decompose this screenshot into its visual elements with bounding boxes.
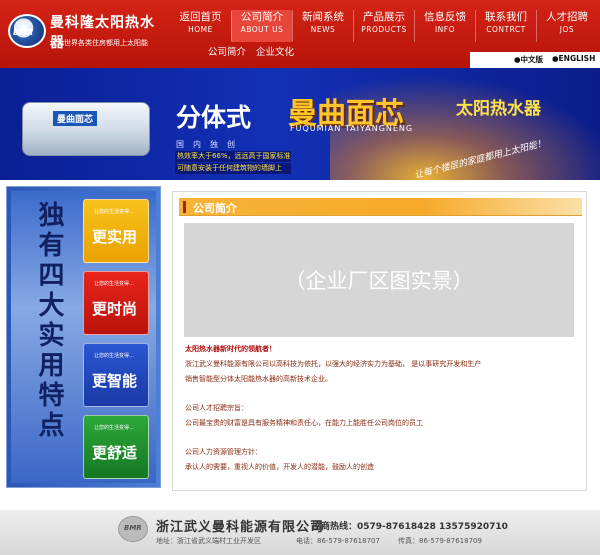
- nav-label: 产品展示: [363, 11, 405, 23]
- intro-paragraph-line2: 销售智能型分体太阳能热水器的高新技术企业。: [185, 375, 332, 383]
- card-title: 更舒适: [92, 444, 138, 462]
- card-caption: 让您的生活变得…: [94, 425, 135, 431]
- nav-label-en: PRODUCTS: [361, 25, 407, 34]
- nav-about-us[interactable]: 公司简介 ABOUT US: [231, 10, 292, 42]
- feature-card-practical[interactable]: 让您的生活变得… 更实用: [83, 199, 149, 263]
- site-logo[interactable]: BMR 曼科隆太阳热水器 让全世界各类住房都用上太阳能: [0, 0, 168, 68]
- card-title: 更智能: [92, 372, 138, 390]
- feature-sidebar-inner: 独有四大实用特点 让您的生活变得… 更实用 让您的生活变得… 更时尚 让您的生活…: [11, 191, 156, 483]
- nav-label: 人才招聘: [546, 11, 588, 23]
- nav-label: 新闻系统: [302, 11, 344, 23]
- intro-title: 太阳热水器新时代的领航者！: [185, 345, 276, 353]
- feature-sidebar: 独有四大实用特点 让您的生活变得… 更实用 让您的生活变得… 更时尚 让您的生活…: [6, 186, 161, 488]
- footer-address: 地址：浙江省武义端村工业开发区: [156, 537, 261, 545]
- nav-label-en: HOME: [188, 25, 213, 34]
- banner-feature-2: 可随意安装于任何建筑物的墙脚上: [175, 163, 291, 174]
- nav-label-en: INFO: [434, 25, 456, 34]
- nav-label-en: NEWS: [310, 25, 336, 34]
- section-marker-icon: [183, 201, 186, 213]
- hr-text: 承认人的需要，重视人的价值，开发人的潜能，鼓励人的创造: [185, 463, 374, 471]
- card-caption: 让您的生活变得…: [94, 281, 135, 287]
- footer-hotline: 招商热线：0579-87618428 13575920710: [312, 522, 508, 532]
- tank-label: 曼曲面芯: [53, 111, 98, 126]
- banner-unique: 国内独创: [176, 140, 244, 149]
- nav-news[interactable]: 新闻系统 NEWS: [292, 10, 353, 42]
- section-header: 公司简介: [179, 198, 582, 216]
- logo-badge-text: BMR: [13, 28, 34, 37]
- site-footer: BMR 浙江武义曼科能源有限公司 招商热线：0579-87618428 1357…: [0, 510, 600, 555]
- banner-product: 太阳热水器: [456, 99, 541, 119]
- logo-slogan: 让全世界各类住房都用上太阳能: [50, 39, 148, 47]
- intro-paragraph-line1: 浙江武义曼科能源有限公司以高科技为依托，以强大的经济实力为基础， 是以事研究开发…: [185, 360, 482, 368]
- nav-label-en: JOS: [559, 25, 575, 34]
- footer-fax: 传真：86-579-87618709: [398, 537, 482, 545]
- page: BMR 曼科隆太阳热水器 让全世界各类住房都用上太阳能 返回首页 HOME 公司简…: [0, 0, 600, 555]
- section-title: 公司简介: [193, 202, 237, 215]
- subnav-corporate-culture[interactable]: 企业文化: [256, 44, 294, 58]
- banner-title: 分体式: [176, 103, 252, 132]
- card-title: 更时尚: [92, 300, 138, 318]
- water-tank-image: 曼曲面芯: [22, 102, 150, 156]
- subnav-company-profile[interactable]: 公司简介: [208, 44, 246, 58]
- footer-company-name: 浙江武义曼科能源有限公司: [156, 520, 325, 535]
- feature-card-smart[interactable]: 让您的生活变得… 更智能: [83, 343, 149, 407]
- logo-badge-icon: BMR: [8, 14, 46, 48]
- card-caption: 让您的生活变得…: [94, 209, 135, 215]
- feature-card-stylish[interactable]: 让您的生活变得… 更时尚: [83, 271, 149, 335]
- nav-label-en: CONTRCT: [486, 25, 526, 34]
- lang-chinese-link[interactable]: ●中文版: [514, 54, 543, 65]
- nav-contact[interactable]: 联系我们 CONTRCT: [475, 10, 536, 42]
- footer-tel: 电话：86-579-87618707: [296, 537, 380, 545]
- nav-label-en: ABOUT US: [240, 25, 284, 34]
- factory-photo-placeholder: （企业厂区图实景）: [184, 223, 574, 337]
- hero-banner: 曼曲面芯 分体式 曼曲面芯 太阳热水器 FUQUMIAN TAIYANGNENG…: [0, 68, 600, 180]
- main-nav: 返回首页 HOME 公司简介 ABOUT US 新闻系统 NEWS 产品展示 PRODU…: [170, 10, 597, 42]
- nav-label: 信息反馈: [424, 11, 466, 23]
- card-title: 更实用: [92, 228, 138, 246]
- nav-home[interactable]: 返回首页 HOME: [170, 10, 231, 42]
- feature-card-comfortable[interactable]: 让您的生活变得… 更舒适: [83, 415, 149, 479]
- nav-products[interactable]: 产品展示 PRODUCTS: [353, 10, 414, 42]
- talent-title: 公司人才招聘宗旨：: [185, 404, 248, 412]
- sub-nav: 公司简介 企业文化: [208, 44, 294, 58]
- hr-title: 公司人力资源管理方针：: [185, 448, 262, 456]
- nav-jobs[interactable]: 人才招聘 JOS: [536, 10, 597, 42]
- banner-feature-1: 热效率大于66%，远远高于国家标准: [175, 151, 291, 162]
- nav-label: 返回首页: [179, 11, 222, 23]
- talent-text: 公司最宝贵的财富是具有服务精神和责任心，在能力上能胜任公司岗位的员工: [185, 419, 423, 427]
- photo-placeholder-text: （企业厂区图实景）: [284, 269, 474, 293]
- footer-logo-text: BMR: [124, 524, 142, 532]
- nav-label: 联系我们: [485, 11, 527, 23]
- banner-pinyin: FUQUMIAN TAIYANGNENG: [290, 124, 414, 133]
- feature-vertical-title: 独有四大实用特点: [34, 201, 64, 441]
- lang-english-link[interactable]: ●ENGLISH: [552, 54, 595, 63]
- nav-label: 公司简介: [241, 11, 283, 23]
- content-panel: 公司简介 （企业厂区图实景） 太阳热水器新时代的领航者！ 浙江武义曼科能源有限公…: [172, 191, 587, 491]
- nav-info[interactable]: 信息反馈 INFO: [414, 10, 475, 42]
- card-caption: 让您的生活变得…: [94, 353, 135, 359]
- footer-logo-icon: BMR: [118, 516, 148, 542]
